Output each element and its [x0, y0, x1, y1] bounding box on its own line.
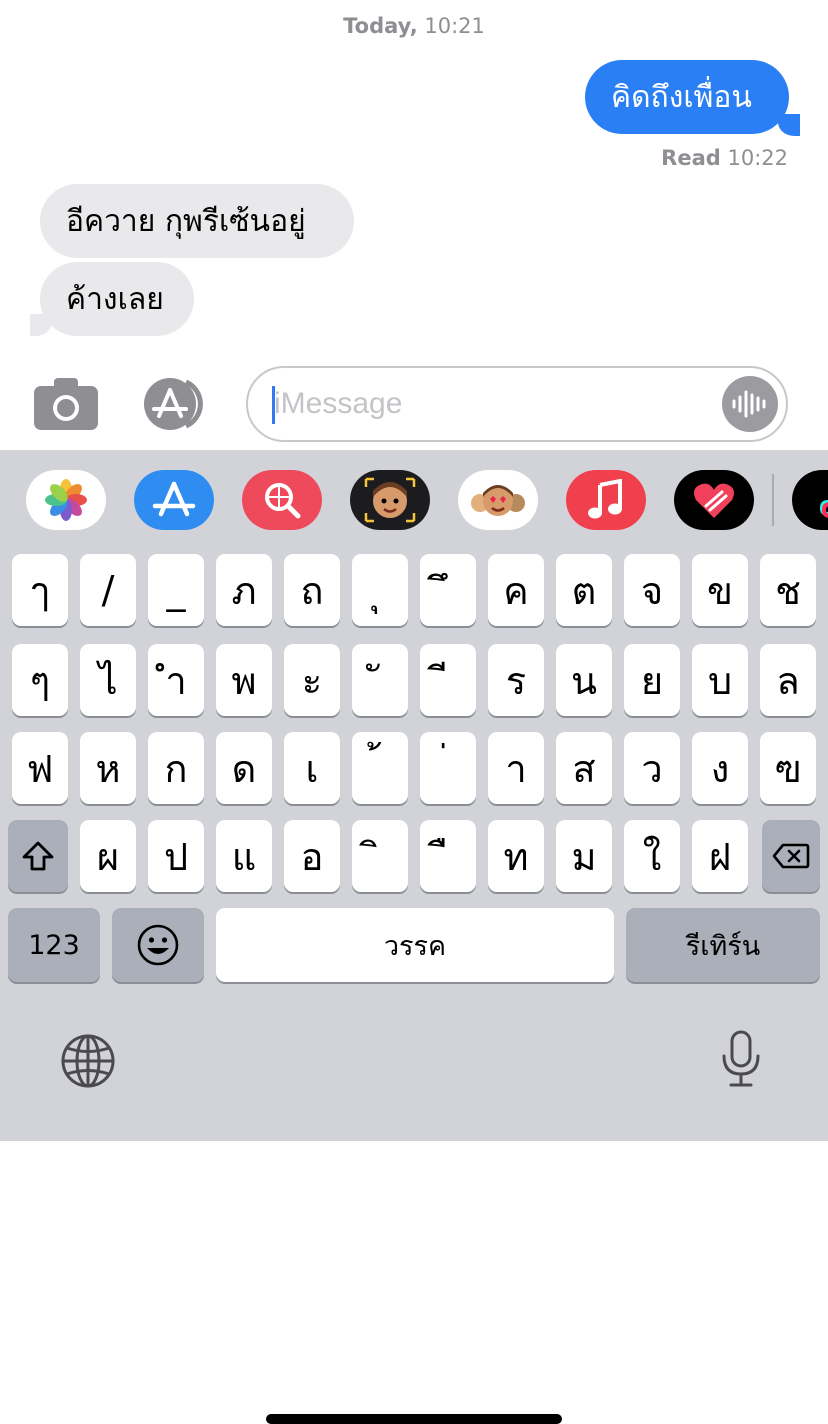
- keyboard-key[interactable]: ร: [488, 644, 544, 716]
- microphone-icon: [722, 1030, 760, 1087]
- keyboard-key[interactable]: ุ: [352, 554, 408, 626]
- keyboard-key[interactable]: ใ: [624, 820, 680, 892]
- keyboard-key[interactable]: า: [488, 732, 544, 804]
- incoming-message-bubble[interactable]: อีควาย กุพรีเซ้นอยู่: [40, 184, 354, 258]
- keyboard-key[interactable]: ฟ: [12, 732, 68, 804]
- numbers-key[interactable]: 123: [8, 908, 100, 982]
- incoming-message-text: ค้างเลย: [66, 281, 164, 317]
- keyboard-key[interactable]: ำ: [148, 644, 204, 716]
- keyboard-key[interactable]: /: [80, 554, 136, 626]
- keyboard-key[interactable]: ื: [420, 820, 476, 892]
- timestamp-day: Today,: [343, 14, 418, 38]
- keyboard-key[interactable]: ้: [352, 732, 408, 804]
- keyboard-key[interactable]: บ: [692, 644, 748, 716]
- keyboard-key[interactable]: ๆ: [12, 644, 68, 716]
- keyboard-key[interactable]: ท: [488, 820, 544, 892]
- keyboard-key[interactable]: ห: [80, 732, 136, 804]
- keyboard-key[interactable]: แ: [216, 820, 272, 892]
- apps-button[interactable]: [140, 378, 214, 434]
- keyboard-key[interactable]: ี: [420, 644, 476, 716]
- conversation-timestamp: Today, 10:21: [0, 14, 828, 38]
- imessage-input[interactable]: [272, 386, 716, 422]
- keyboard-key[interactable]: ย: [624, 644, 680, 716]
- incoming-message-text: อีควาย กุพรีเซ้นอยู่: [66, 203, 306, 239]
- keyboard-key[interactable]: ต: [556, 554, 612, 626]
- keyboard-key[interactable]: ๅ: [12, 554, 68, 626]
- outgoing-message-bubble[interactable]: คิดถึงเพื่อน: [585, 60, 789, 134]
- audio-message-button[interactable]: [722, 376, 778, 432]
- keyboard-key[interactable]: ส: [556, 732, 612, 804]
- keyboard-key[interactable]: ด: [216, 732, 272, 804]
- incoming-bubble-tail: [30, 314, 52, 336]
- camera-button[interactable]: [34, 378, 98, 434]
- keyboard-key[interactable]: ะ: [284, 644, 340, 716]
- tiktok-app-icon[interactable]: [792, 470, 828, 530]
- keyboard-key[interactable]: ม: [556, 820, 612, 892]
- incoming-message-bubble[interactable]: ค้างเลย: [40, 262, 194, 336]
- keyboard-key[interactable]: ว: [624, 732, 680, 804]
- keyboard-key[interactable]: น: [556, 644, 612, 716]
- keyboard-key[interactable]: ไ: [80, 644, 136, 716]
- camera-icon: [34, 378, 98, 430]
- emoji-icon: [137, 924, 179, 966]
- shift-icon: [22, 841, 54, 871]
- outgoing-message-text: คิดถึงเพื่อน: [611, 79, 752, 115]
- delete-key[interactable]: [762, 820, 820, 892]
- waveform-icon: [732, 390, 766, 418]
- keyboard-key[interactable]: ก: [148, 732, 204, 804]
- keyboard-key[interactable]: ง: [692, 732, 748, 804]
- keyboard-key[interactable]: จ: [624, 554, 680, 626]
- keyboard-key[interactable]: ฝ: [692, 820, 748, 892]
- images-search-app-icon[interactable]: [242, 470, 322, 530]
- keyboard-key[interactable]: ภ: [216, 554, 272, 626]
- keyboard-key[interactable]: ึ: [420, 554, 476, 626]
- keyboard-key[interactable]: ฃ: [760, 732, 816, 804]
- emoji-key[interactable]: [112, 908, 204, 982]
- music-app-icon[interactable]: [566, 470, 646, 530]
- home-indicator[interactable]: [266, 1414, 562, 1424]
- keyboard-key[interactable]: _: [148, 554, 204, 626]
- imessage-input-container[interactable]: [246, 366, 788, 442]
- text-caret: [272, 386, 275, 424]
- keyboard-key[interactable]: ถ: [284, 554, 340, 626]
- app-store-icon: [144, 378, 203, 430]
- globe-button[interactable]: [60, 1033, 116, 1093]
- keyboard-key[interactable]: อ: [284, 820, 340, 892]
- outgoing-bubble-tail: [778, 114, 800, 136]
- delete-icon: [772, 843, 810, 869]
- keyboard-area: ๅ / _ ภ ถ ุ ึ ค ต จ ข ช ๆ ไ ำ พ ะ ั ี ร …: [0, 450, 828, 1424]
- keyboard-key[interactable]: ล: [760, 644, 816, 716]
- keyboard-key[interactable]: ั: [352, 644, 408, 716]
- keyboard-key[interactable]: ค: [488, 554, 544, 626]
- read-receipt-time: 10:22: [727, 146, 788, 170]
- app-drawer: [0, 450, 828, 550]
- memoji-stickers-app-icon[interactable]: [458, 470, 538, 530]
- return-key[interactable]: รีเทิร์น: [626, 908, 820, 982]
- read-receipt-label: Read: [661, 146, 721, 170]
- keyboard-key[interactable]: ่: [420, 732, 476, 804]
- keyboard-key[interactable]: ิ: [352, 820, 408, 892]
- keyboard-key[interactable]: ป: [148, 820, 204, 892]
- read-receipt: Read 10:22: [661, 146, 788, 170]
- keyboard-key[interactable]: เ: [284, 732, 340, 804]
- keyboard-key[interactable]: ข: [692, 554, 748, 626]
- shift-key[interactable]: [8, 820, 68, 892]
- dictation-button[interactable]: [722, 1030, 760, 1092]
- keyboard-key[interactable]: พ: [216, 644, 272, 716]
- memoji-camera-app-icon[interactable]: [350, 470, 430, 530]
- keyboard-key[interactable]: ช: [760, 554, 816, 626]
- photos-app-icon[interactable]: [26, 470, 106, 530]
- globe-icon: [61, 1034, 115, 1088]
- app-store-app-icon[interactable]: [134, 470, 214, 530]
- space-key[interactable]: วรรค: [216, 908, 614, 982]
- timestamp-time: 10:21: [424, 14, 485, 38]
- digital-touch-app-icon[interactable]: [674, 470, 754, 530]
- app-strip-divider: [772, 474, 774, 526]
- keyboard-key[interactable]: ผ: [80, 820, 136, 892]
